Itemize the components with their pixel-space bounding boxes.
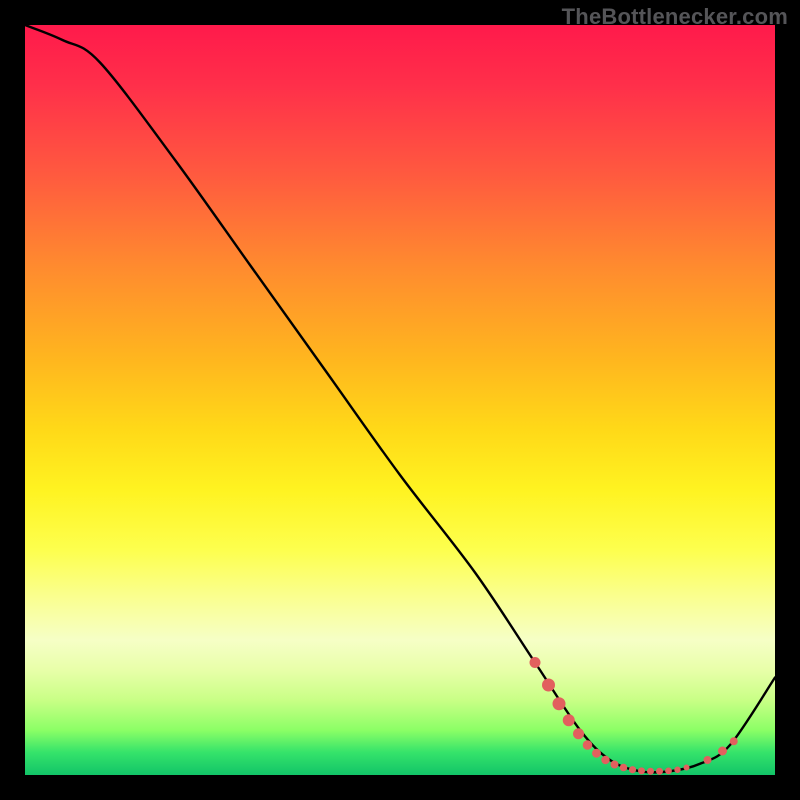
chart-frame: TheBottlenecker.com [0, 0, 800, 800]
plot-area [25, 25, 775, 775]
bottleneck-curve [25, 25, 775, 772]
marker-cluster [656, 768, 663, 775]
marker-cluster [573, 728, 584, 739]
marker-cluster [704, 756, 712, 764]
marker-cluster [629, 766, 636, 773]
marker-cluster [665, 767, 672, 774]
attribution-label: TheBottlenecker.com [562, 4, 788, 30]
marker-cluster [620, 764, 628, 772]
marker-cluster [638, 767, 645, 774]
marker-cluster [674, 767, 680, 773]
marker-cluster [583, 740, 593, 750]
marker-cluster [553, 697, 566, 710]
marker-cluster [542, 679, 555, 692]
marker-group [530, 657, 738, 775]
chart-svg [25, 25, 775, 775]
marker-cluster [684, 765, 690, 771]
marker-cluster [730, 737, 738, 745]
marker-cluster [647, 768, 654, 775]
marker-cluster [601, 756, 609, 764]
marker-cluster [592, 749, 601, 758]
marker-cluster [611, 761, 619, 769]
marker-cluster [563, 714, 575, 726]
marker-cluster [530, 657, 541, 668]
marker-cluster [718, 747, 727, 756]
